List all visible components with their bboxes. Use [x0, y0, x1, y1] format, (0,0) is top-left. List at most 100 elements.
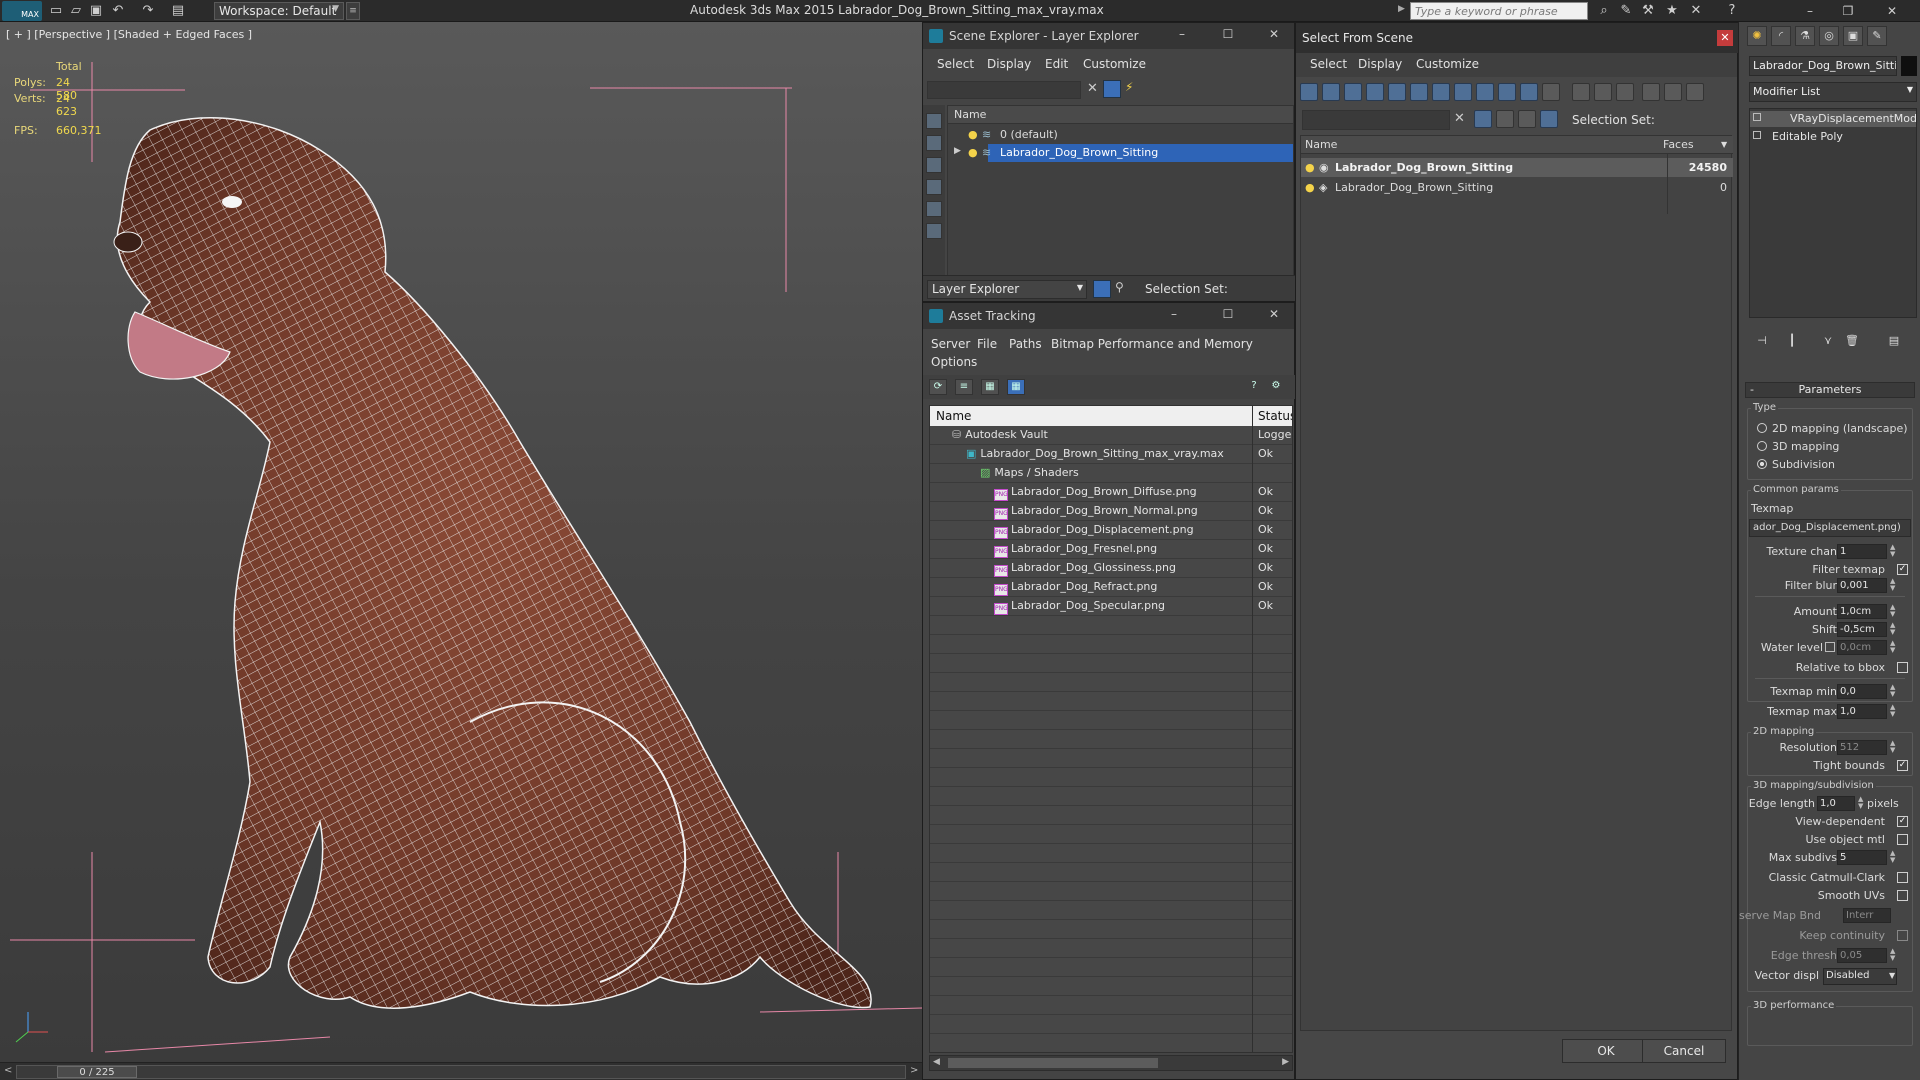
layers-icon[interactable] [1518, 110, 1536, 128]
display-lights-icon[interactable] [926, 157, 942, 173]
filter-toggle-icon[interactable] [1642, 83, 1660, 101]
object-color-swatch[interactable] [1901, 56, 1917, 76]
modifier-list-dropdown[interactable]: Modifier List ▼ [1749, 82, 1917, 102]
minimize-icon[interactable]: – [1171, 27, 1193, 45]
filter-icon[interactable] [1474, 110, 1492, 128]
filter-blur-spinner[interactable]: 0,001 [1837, 578, 1887, 593]
ok-button[interactable]: OK [1562, 1039, 1650, 1063]
menu-customize[interactable]: Customize [1416, 57, 1479, 71]
lightbulb-icon[interactable] [1753, 113, 1761, 121]
edge-thresh-spinner[interactable]: 0,05 [1837, 948, 1887, 963]
layer-row[interactable]: ▶ ● ≋ Labrador_Dog_Brown_Sitting [954, 144, 1293, 162]
time-slider[interactable]: 0 / 225 [16, 1065, 906, 1079]
spinner-arrows-icon[interactable]: ▲ ▼ [1890, 622, 1895, 636]
menu-select[interactable]: Select [1310, 57, 1347, 71]
edge-length-spinner[interactable]: 1,0 [1817, 796, 1855, 811]
scroll-right-icon[interactable]: ▶ [1282, 1057, 1289, 1067]
asset-row[interactable]: ▣ Labrador_Dog_Brown_Sitting_max_vray.max… [930, 445, 1292, 464]
modifier-stack-item[interactable]: Editable Poly [1750, 129, 1916, 145]
display-geometry-icon[interactable] [1300, 83, 1318, 101]
keep-continuity-checkbox[interactable] [1897, 930, 1908, 941]
hierarchy-icon[interactable] [1664, 83, 1682, 101]
filter-texmap-checkbox[interactable]: ✓ [1897, 564, 1908, 575]
display-tab-icon[interactable]: ▣ [1843, 26, 1863, 46]
display-shapes-icon[interactable] [1322, 83, 1340, 101]
resolution-spinner[interactable]: 512 [1837, 740, 1887, 755]
new-file-icon[interactable]: ▭ [48, 3, 64, 18]
maximize-icon[interactable]: ☐ [1217, 27, 1239, 45]
restore-icon[interactable]: ❐ [1836, 2, 1860, 20]
app-logo[interactable]: MAX [2, 1, 42, 21]
water-level-spinner[interactable]: 0,0cm [1837, 640, 1887, 655]
spinner-arrows-icon[interactable]: ▲ ▼ [1890, 684, 1895, 698]
explorer-type-dropdown[interactable]: Layer Explorer ▼ [927, 280, 1087, 299]
display-frozen-icon[interactable] [1520, 83, 1538, 101]
asset-row[interactable]: PNG Labrador_Dog_Displacement.png Ok [930, 521, 1292, 540]
display-geometry-icon[interactable] [926, 113, 942, 129]
display-groups-icon[interactable] [1432, 83, 1450, 101]
asset-row[interactable]: ⛁Autodesk Vault Logged [930, 426, 1292, 445]
layer-row[interactable]: ● ≋ 0 (default) [948, 126, 1293, 144]
redo-icon[interactable]: ↷ [140, 3, 156, 18]
select-from-scene-titlebar[interactable]: Select From Scene ✕ [1296, 23, 1739, 53]
hierarchy-tab-icon[interactable]: ⚗ [1795, 26, 1815, 46]
select-none-icon[interactable] [1594, 83, 1612, 101]
asset-row[interactable]: PNG Labrador_Dog_Brown_Diffuse.png Ok [930, 483, 1292, 502]
close-icon[interactable]: ✕ [1717, 30, 1733, 46]
lightbulb-icon[interactable]: ● [1305, 161, 1315, 174]
use-object-mtl-checkbox[interactable] [1897, 834, 1908, 845]
view-dependent-checkbox[interactable]: ✓ [1897, 816, 1908, 827]
smooth-uvs-checkbox[interactable] [1897, 890, 1908, 901]
layer-tree-header[interactable]: Name [948, 106, 1293, 124]
favorites-star-icon[interactable]: ★ [1664, 3, 1680, 18]
modify-tab-icon[interactable]: ◜ [1771, 26, 1791, 46]
expand-arrow-icon[interactable]: ▶ [954, 146, 961, 156]
perspective-viewport[interactable]: [ + ] [Perspective ] [Shaded + Edged Fac… [0, 22, 922, 1062]
display-shapes-icon[interactable] [926, 135, 942, 151]
highlight-icon[interactable]: ⚡ [1125, 80, 1143, 98]
menu-file[interactable]: File [977, 337, 997, 351]
highlight-icon[interactable] [1496, 110, 1514, 128]
shift-spinner[interactable]: -0,5cm [1837, 622, 1887, 637]
spinner-arrows-icon[interactable]: ▲ ▼ [1890, 640, 1895, 654]
asset-row[interactable]: PNG Labrador_Dog_Glossiness.png Ok [930, 559, 1292, 578]
hierarchy-mode-icon[interactable] [1540, 110, 1558, 128]
max-subdivs-spinner[interactable]: 5 [1837, 850, 1887, 865]
amount-spinner[interactable]: 1,0cm [1837, 604, 1887, 619]
clear-search-icon[interactable]: ✕ [1087, 81, 1098, 96]
detail-view-icon[interactable]: ▦ [981, 379, 999, 395]
classic-cc-checkbox[interactable] [1897, 872, 1908, 883]
make-unique-icon[interactable]: ⋎ [1819, 334, 1837, 352]
spinner-arrows-icon[interactable]: ▲ ▼ [1890, 544, 1895, 558]
workspace-menu-button[interactable]: ≡ [346, 2, 360, 20]
menu-options[interactable]: Options [931, 355, 977, 369]
spinner-arrows-icon[interactable]: ▲ ▼ [1858, 796, 1863, 810]
texmap-button[interactable]: ador_Dog_Displacement.png) [1749, 519, 1911, 537]
search-input[interactable]: Type a keyword or phrase [1410, 2, 1588, 20]
column-header-name[interactable]: Name [936, 409, 971, 423]
modifier-stack-item[interactable]: VRayDisplacementMod [1750, 111, 1917, 127]
chevron-down-icon[interactable]: ▼ [1721, 140, 1727, 149]
close-icon[interactable]: ✕ [1263, 307, 1285, 325]
asset-tracking-titlebar[interactable]: Asset Tracking – ☐ ✕ [923, 303, 1294, 329]
menu-display[interactable]: Display [987, 57, 1031, 71]
display-cameras-icon[interactable] [1366, 83, 1384, 101]
texmap-max-spinner[interactable]: 1,0 [1837, 704, 1887, 719]
motion-tab-icon[interactable]: ◎ [1819, 26, 1839, 46]
close-icon[interactable]: ✕ [1880, 2, 1904, 20]
menu-select[interactable]: Select [937, 57, 974, 71]
collapse-box-icon[interactable] [1753, 131, 1761, 139]
scene-explorer-titlebar[interactable]: Scene Explorer - Layer Explorer – ☐ ✕ [923, 23, 1294, 49]
display-helpers-icon[interactable] [1388, 83, 1406, 101]
open-folder-icon[interactable]: ▱ [68, 3, 84, 18]
preserve-map-dropdown[interactable]: Interr [1843, 908, 1891, 923]
parameters-rollout-header[interactable]: - Parameters [1745, 382, 1915, 398]
object-name-field[interactable]: Labrador_Dog_Brown_Sitting [1749, 56, 1897, 76]
texmap-min-spinner[interactable]: 0,0 [1837, 684, 1887, 699]
menu-edit[interactable]: Edit [1045, 57, 1068, 71]
menu-bitmap-performance[interactable]: Bitmap Performance and Memory [1051, 337, 1253, 351]
select-invert-icon[interactable] [1616, 83, 1634, 101]
asset-row[interactable]: PNG Labrador_Dog_Refract.png Ok [930, 578, 1292, 597]
scene-object-row[interactable]: ● ◉ Labrador_Dog_Brown_Sitting 24580 [1301, 158, 1733, 177]
utilities-tab-icon[interactable]: ✎ [1867, 26, 1887, 46]
